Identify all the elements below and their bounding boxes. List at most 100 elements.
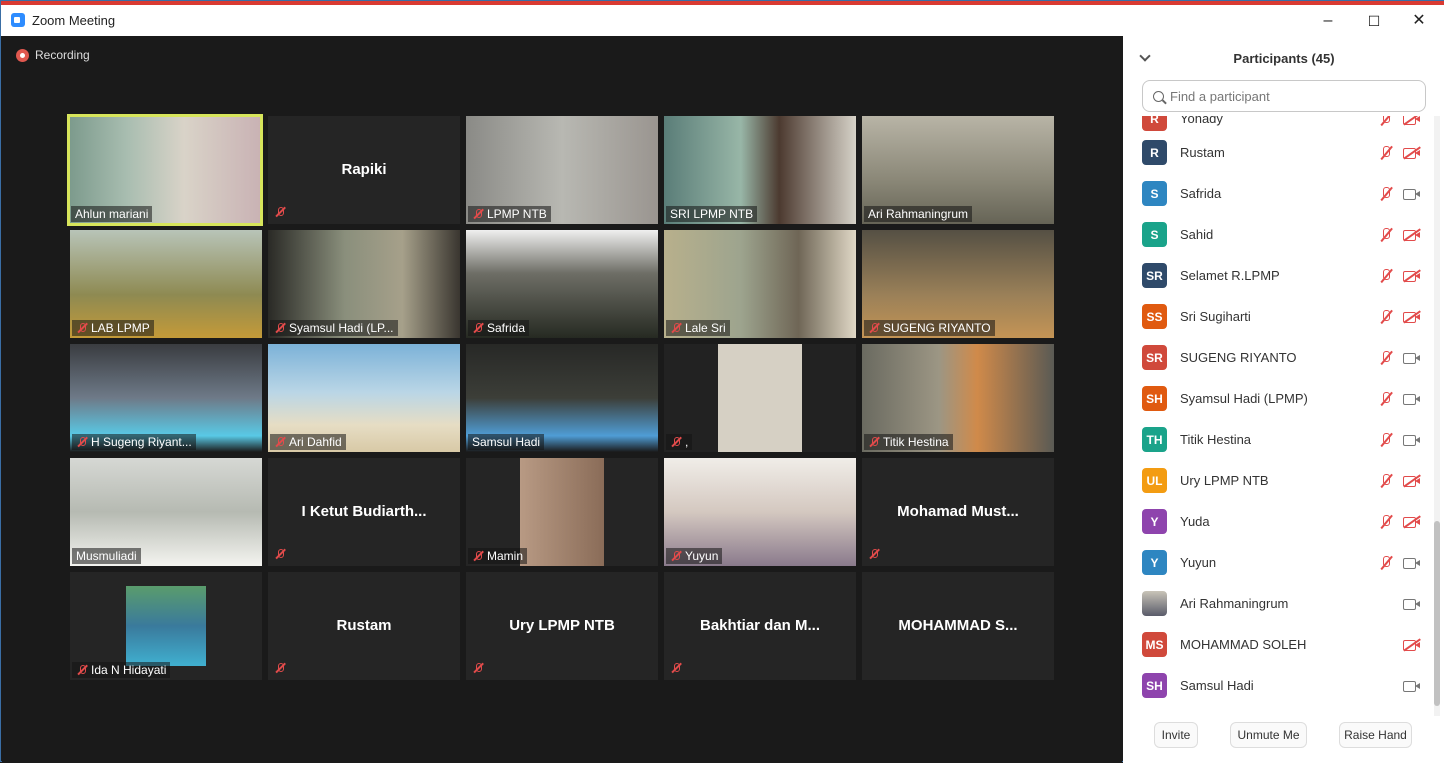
tile-name-label: Titik Hestina xyxy=(864,434,953,450)
mic-muted-icon[interactable] xyxy=(1379,473,1393,489)
camera-off-icon[interactable] xyxy=(1403,473,1421,487)
video-tile[interactable]: LPMP NTB xyxy=(466,116,658,224)
participant-row[interactable]: Ari Rahmaningrum xyxy=(1123,583,1433,624)
participant-row[interactable]: SH Syamsul Hadi (LPMP) xyxy=(1123,378,1433,419)
video-tile[interactable]: Mohamad Must... xyxy=(862,458,1054,566)
video-tile[interactable]: SUGENG RIYANTO xyxy=(862,230,1054,338)
participant-row[interactable]: S Safrida xyxy=(1123,173,1433,214)
participant-row[interactable]: TH Titik Hestina xyxy=(1123,419,1433,460)
video-tile[interactable]: Samsul Hadi xyxy=(466,344,658,452)
participant-row[interactable]: Y Yuyun xyxy=(1123,542,1433,583)
tile-name-label: SRI LPMP NTB xyxy=(666,206,758,222)
mic-muted-icon[interactable] xyxy=(1379,391,1393,407)
invite-button[interactable]: Invite xyxy=(1154,722,1198,748)
close-icon[interactable]: ✕ xyxy=(1404,10,1434,32)
participant-scrollbar[interactable] xyxy=(1434,116,1440,716)
avatar: Y xyxy=(1142,509,1167,534)
video-tile[interactable]: Safrida xyxy=(466,230,658,338)
camera-off-icon[interactable] xyxy=(1403,227,1421,241)
video-tile[interactable]: Ari Dahfid xyxy=(268,344,460,452)
raise-hand-button[interactable]: Raise Hand xyxy=(1339,722,1412,748)
video-gallery: Recording Ahlun mariani Rapiki LPMP NTB … xyxy=(2,36,1122,763)
participant-row[interactable]: MS MOHAMMAD SOLEH xyxy=(1123,624,1433,665)
participants-panel: Participants (45) R Yohady R Rustam S Sa… xyxy=(1123,36,1444,763)
camera-off-icon[interactable] xyxy=(1403,637,1421,651)
video-tile[interactable]: Yuyun xyxy=(664,458,856,566)
participant-row[interactable]: SR SUGENG RIYANTO xyxy=(1123,337,1433,378)
participant-list: R Yohady R Rustam S Safrida S Sahid SR S… xyxy=(1123,116,1433,716)
camera-icon[interactable] xyxy=(1403,680,1420,692)
mic-muted-icon xyxy=(868,436,880,448)
mic-muted-icon[interactable] xyxy=(1379,432,1393,448)
video-tile[interactable]: Musmuliadi xyxy=(70,458,262,566)
camera-icon[interactable] xyxy=(1403,188,1420,200)
mic-muted-icon[interactable] xyxy=(1379,350,1393,366)
zoom-app-icon xyxy=(11,13,25,27)
video-tile[interactable]: , xyxy=(664,344,856,452)
mic-muted-icon[interactable] xyxy=(1379,116,1393,127)
mic-muted-icon[interactable] xyxy=(1379,227,1393,243)
video-tile[interactable]: Titik Hestina xyxy=(862,344,1054,452)
video-tile[interactable]: Bakhtiar dan M... xyxy=(664,572,856,680)
video-tile[interactable]: H Sugeng Riyant... xyxy=(70,344,262,452)
mic-muted-icon[interactable] xyxy=(1379,186,1393,202)
mic-muted-icon[interactable] xyxy=(1379,145,1393,161)
participant-name: Rustam xyxy=(1180,145,1225,160)
participant-name: Yohady xyxy=(1180,116,1223,126)
camera-icon[interactable] xyxy=(1403,352,1420,364)
title-bar: Zoom Meeting – ☐ ✕ xyxy=(1,5,1444,36)
video-tile[interactable]: Rapiki xyxy=(268,116,460,224)
tile-center-name: MOHAMMAD S... xyxy=(898,617,1018,634)
participant-row[interactable]: UL Ury LPMP NTB xyxy=(1123,460,1433,501)
participant-search[interactable] xyxy=(1142,80,1426,112)
panel-footer: Invite Unmute Me Raise Hand xyxy=(1123,722,1444,748)
camera-off-icon[interactable] xyxy=(1403,116,1421,125)
camera-off-icon[interactable] xyxy=(1403,145,1421,159)
participant-row[interactable]: Y Yuda xyxy=(1123,501,1433,542)
unmute-me-button[interactable]: Unmute Me xyxy=(1230,722,1307,748)
participant-row[interactable]: SR Selamet R.LPMP xyxy=(1123,255,1433,296)
mic-muted-icon[interactable] xyxy=(1379,514,1393,530)
recording-indicator[interactable]: Recording xyxy=(16,48,90,62)
participant-name: Safrida xyxy=(1180,186,1222,201)
camera-off-icon[interactable] xyxy=(1403,309,1421,323)
camera-off-icon[interactable] xyxy=(1403,268,1421,282)
camera-off-icon[interactable] xyxy=(1403,514,1421,528)
camera-icon[interactable] xyxy=(1403,434,1420,446)
participant-row[interactable]: SH Samsul Hadi xyxy=(1123,665,1433,706)
camera-icon[interactable] xyxy=(1403,393,1420,405)
video-tile[interactable]: Rustam xyxy=(268,572,460,680)
tile-center-name: Rapiki xyxy=(341,161,387,178)
avatar: SR xyxy=(1142,263,1167,288)
camera-icon[interactable] xyxy=(1403,557,1420,569)
mic-muted-icon[interactable] xyxy=(1379,309,1393,325)
video-tile[interactable]: Ida N Hidayati xyxy=(70,572,262,680)
tile-center-name: Rustam xyxy=(336,617,392,634)
video-tile[interactable]: Ahlun mariani xyxy=(67,114,263,226)
video-tile[interactable]: Ury LPMP NTB xyxy=(466,572,658,680)
participant-row[interactable]: S Sahid xyxy=(1123,214,1433,255)
video-tile[interactable]: Mamin xyxy=(466,458,658,566)
video-tile[interactable]: LAB LPMP xyxy=(70,230,262,338)
participant-row[interactable]: SS Sri Sugiharti xyxy=(1123,296,1433,337)
recording-label: Recording xyxy=(35,48,90,62)
video-tile[interactable]: MOHAMMAD S... xyxy=(862,572,1054,680)
mic-muted-icon xyxy=(76,322,88,334)
participant-row[interactable]: R Rustam xyxy=(1123,132,1433,173)
scrollbar-thumb[interactable] xyxy=(1434,521,1440,706)
video-tile[interactable]: Lale Sri xyxy=(664,230,856,338)
tile-center-name: Mohamad Must... xyxy=(897,503,1019,520)
mic-muted-icon[interactable] xyxy=(1379,268,1393,284)
mic-muted-icon[interactable] xyxy=(1379,555,1393,571)
video-tile[interactable]: SRI LPMP NTB xyxy=(664,116,856,224)
search-input[interactable] xyxy=(1170,88,1410,104)
maximize-icon[interactable]: ☐ xyxy=(1359,10,1389,32)
participant-photo xyxy=(126,586,206,666)
video-tile[interactable]: Syamsul Hadi (LP... xyxy=(268,230,460,338)
tile-center-name: Bakhtiar dan M... xyxy=(699,617,821,634)
minimize-icon[interactable]: – xyxy=(1313,10,1343,32)
video-tile[interactable]: I Ketut Budiarth... xyxy=(268,458,460,566)
camera-icon[interactable] xyxy=(1403,598,1420,610)
video-tile[interactable]: Ari Rahmaningrum xyxy=(862,116,1054,224)
avatar-photo xyxy=(1142,591,1167,616)
